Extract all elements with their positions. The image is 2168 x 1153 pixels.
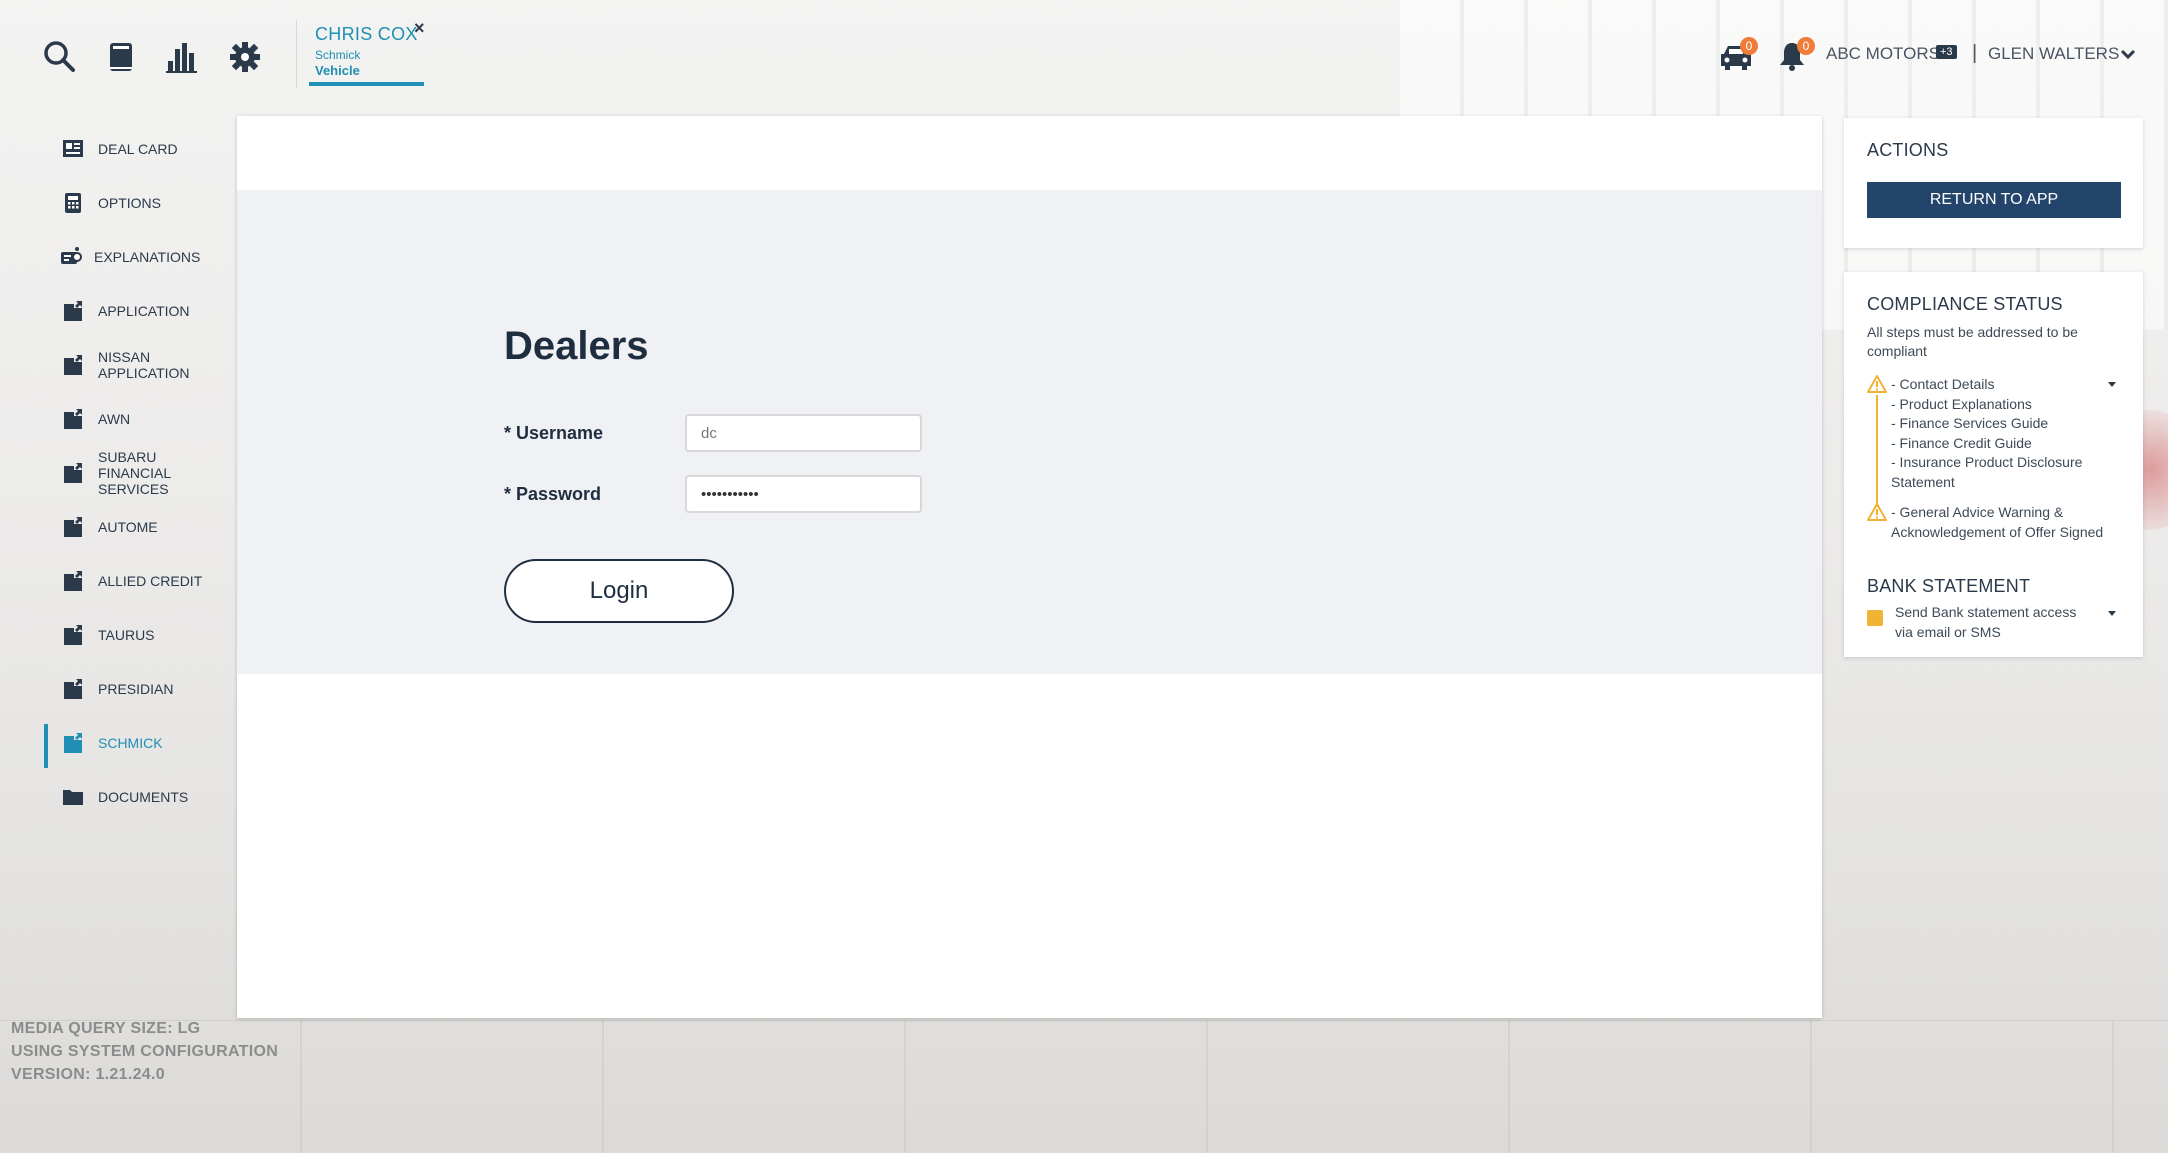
compliance-title: COMPLIANCE STATUS xyxy=(1867,294,2063,314)
sidebar-item-label: DEAL CARD xyxy=(98,141,178,157)
tab-active-underline xyxy=(309,82,424,86)
deal-card-icon xyxy=(62,138,84,160)
background-floor xyxy=(0,1020,2168,1153)
sidebar-item-autome[interactable]: AUTOME xyxy=(44,500,234,554)
warning-icon xyxy=(1867,503,1887,521)
compliance-group-2: - General Advice Warning & Acknowledgeme… xyxy=(1867,503,2121,542)
password-field[interactable] xyxy=(685,475,922,513)
return-to-app-button[interactable]: RETURN TO APP xyxy=(1867,182,2121,218)
document-link-icon xyxy=(62,408,84,430)
document-link-icon xyxy=(62,732,84,754)
sidebar-item-application[interactable]: APPLICATION xyxy=(44,284,234,338)
list-item: Statement xyxy=(1891,473,1955,490)
sidebar-item-label: APPLICATION xyxy=(98,303,190,319)
document-link-icon xyxy=(62,570,84,592)
document-link-icon xyxy=(62,300,84,322)
sidebar-item-label: OPTIONS xyxy=(98,195,162,211)
compliance-steps: - Contact Details - Product Explanations… xyxy=(1867,375,2121,542)
document-link-icon xyxy=(62,354,84,376)
user-name[interactable]: GLEN WALTERS xyxy=(1988,44,2119,64)
document-link-icon xyxy=(62,516,84,538)
chevron-down-icon[interactable] xyxy=(2105,606,2119,620)
bank-statement-section: BANK STATEMENT Send Bank statement acces… xyxy=(1867,576,2121,642)
media-query-size: MEDIA QUERY SIZE: LG xyxy=(11,1020,201,1037)
sidebar-item-presidian[interactable]: PRESIDIAN xyxy=(44,662,234,716)
username-label: * Username xyxy=(504,423,604,443)
sidebar-item-label: SUBARU FINANCIAL SERVICES xyxy=(98,449,171,497)
sidebar-item-label: PRESIDIAN xyxy=(98,681,174,697)
actions-card: ACTIONS RETURN TO APP xyxy=(1844,118,2143,248)
sidebar-item-nissan-application[interactable]: NISSAN APPLICATION xyxy=(44,338,234,392)
actions-title: ACTIONS xyxy=(1867,140,1949,160)
sidebar-item-label: TAURUS xyxy=(98,627,155,643)
sidebar-item-allied-credit[interactable]: ALLIED CREDIT xyxy=(44,554,234,608)
username-field[interactable] xyxy=(685,414,922,452)
explanations-icon xyxy=(60,246,82,268)
sidebar-item-options[interactable]: OPTIONS xyxy=(44,176,234,230)
folder-icon xyxy=(62,786,84,808)
main-panel: Dealers * Username * Password Login xyxy=(237,116,1822,1018)
list-item: - Contact Details xyxy=(1891,376,1995,392)
sidebar-item-deal-card[interactable]: DEAL CARD xyxy=(44,122,234,176)
system-configuration: USING SYSTEM CONFIGURATION xyxy=(11,1043,279,1060)
sidebar-item-schmick[interactable]: SCHMICK xyxy=(44,716,234,770)
sidebar-item-label: SCHMICK xyxy=(98,735,163,751)
chevron-down-icon[interactable] xyxy=(2105,377,2119,391)
login-button[interactable]: Login xyxy=(504,559,734,623)
top-bar: CHRIS COX Schmick Vehicle × 0 0 ABC MOTO… xyxy=(0,0,2168,115)
bank-statement-title: BANK STATEMENT xyxy=(1867,576,2031,596)
document-link-icon xyxy=(62,678,84,700)
sidebar-item-label: NISSAN APPLICATION xyxy=(98,349,190,381)
chevron-down-icon[interactable] xyxy=(2118,44,2138,64)
close-tab-icon[interactable]: × xyxy=(414,18,425,39)
sidebar-nav: DEAL CARD OPTIONS EXPLANATIONS APPLICATI… xyxy=(44,122,234,824)
bank-statement-text-1: Send Bank statement access xyxy=(1895,604,2077,620)
dealer-login-form: Dealers * Username * Password Login xyxy=(237,190,1822,674)
list-item: - Product Explanations xyxy=(1891,395,2032,412)
sidebar-item-awn[interactable]: AWN xyxy=(44,392,234,446)
document-link-icon xyxy=(62,624,84,646)
sidebar-item-explanations[interactable]: EXPLANATIONS xyxy=(44,230,234,284)
sidebar-item-label: ALLIED CREDIT xyxy=(98,573,203,589)
tab-customer-name: CHRIS COX xyxy=(315,24,418,44)
tab-lender: Schmick xyxy=(315,48,361,62)
sidebar-item-subaru-financial-services[interactable]: SUBARU FINANCIAL SERVICES xyxy=(44,446,234,500)
list-item: - General Advice Warning & xyxy=(1891,504,2064,520)
search-icon[interactable] xyxy=(40,37,80,77)
page-title: Dealers xyxy=(504,324,649,368)
compliance-subtitle: All steps must be addressed to be compli… xyxy=(1867,324,2078,359)
header-separator: | xyxy=(1972,42,1978,64)
sidebar-item-documents[interactable]: DOCUMENTS xyxy=(44,770,234,824)
compliance-card: COMPLIANCE STATUS All steps must be addr… xyxy=(1844,272,2143,657)
car-count-badge: 0 xyxy=(1740,37,1758,55)
gear-icon[interactable] xyxy=(225,37,265,77)
customer-tab[interactable]: CHRIS COX Schmick Vehicle xyxy=(296,20,424,88)
dealership-name[interactable]: ABC MOTORS xyxy=(1826,44,1940,64)
sidebar-item-taurus[interactable]: TAURUS xyxy=(44,608,234,662)
notification-count-badge: 0 xyxy=(1797,37,1815,55)
sidebar-item-label: EXPLANATIONS xyxy=(94,249,201,265)
sidebar-item-label: AUTOME xyxy=(98,519,158,535)
tab-section: Vehicle xyxy=(315,63,360,78)
bank-statement-text-2: via email or SMS xyxy=(1895,623,2001,640)
list-item: - Finance Services Guide xyxy=(1891,415,2049,431)
book-icon[interactable] xyxy=(101,37,141,77)
compliance-group-1: - Contact Details - Product Explanations… xyxy=(1891,375,2121,492)
version-text: VERSION: 1.21.24.0 xyxy=(11,1066,165,1083)
warning-icon xyxy=(1867,375,1887,393)
note-icon xyxy=(1867,610,1883,626)
warning-connector-line xyxy=(1876,395,1878,507)
sidebar-item-label: DOCUMENTS xyxy=(98,789,189,805)
calculator-icon xyxy=(62,192,84,214)
dealership-extra-badge: +3 xyxy=(1936,45,1957,59)
list-item: - Insurance Product Disclosure xyxy=(1891,454,2083,470)
password-label: * Password xyxy=(504,484,602,504)
list-item: Acknowledgement of Offer Signed xyxy=(1891,523,2104,540)
system-info: MEDIA QUERY SIZE: LG USING SYSTEM CONFIG… xyxy=(11,1017,278,1086)
bar-chart-icon[interactable] xyxy=(162,37,202,77)
document-link-icon xyxy=(62,462,84,484)
sidebar-item-label: AWN xyxy=(98,411,131,427)
list-item: - Finance Credit Guide xyxy=(1891,434,2032,451)
